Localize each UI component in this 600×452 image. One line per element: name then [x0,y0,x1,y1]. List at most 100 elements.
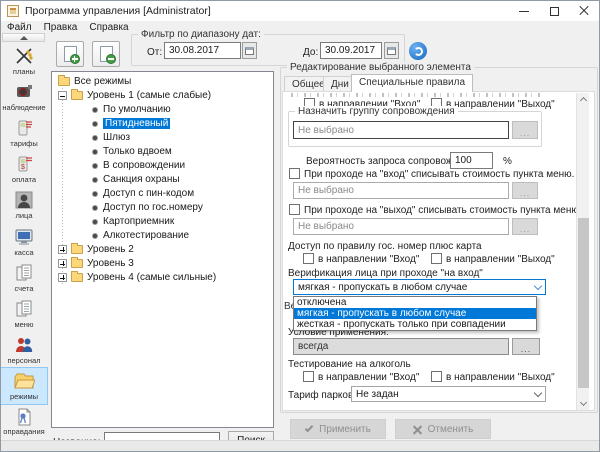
tree-item-label: Картоприемник [103,216,174,227]
minimize-button[interactable] [509,1,539,21]
add-button[interactable] [56,41,84,67]
percent-label: % [503,156,512,167]
date-from-input[interactable]: 30.08.2017 [164,42,241,59]
tree-root-item[interactable]: Все режимы [58,75,131,88]
menu-bar: Файл Правка Справка [1,21,599,35]
tree-item[interactable]: Только вдвоем [92,145,172,158]
charge-in-field[interactable]: Не выбрано [293,182,509,199]
folder-icon [71,259,83,268]
dropdown-option[interactable]: жесткая - пропускать только при совпаден… [294,319,536,330]
alcohol-direction-out-checkbox[interactable] [431,371,442,382]
charge-out-browse-button[interactable]: ... [512,218,538,235]
sidebar-item-cashdesk[interactable]: касса [1,223,47,259]
charge-in-checkbox[interactable] [289,168,300,179]
tree-item[interactable]: По умолчанию [92,103,171,116]
sidebar-item-label: режимы [10,392,38,401]
date-to-calendar-button[interactable] [384,42,399,59]
tree-item-label: Уровень 1 (самые слабые) [87,90,211,101]
tab-special-rules[interactable]: Специальные правила [351,74,473,92]
scrollbar-thumb[interactable] [578,218,589,388]
tree-item-label: Все режимы [74,76,131,87]
folder-icon [58,77,70,86]
tree-item[interactable]: Алкотестирование [92,229,189,242]
sidebar-item-modes[interactable]: режимы [1,368,47,404]
sidebar-item-label: оправдания [3,427,44,436]
tree-level2-item[interactable]: Уровень 2 [58,243,134,256]
plans-chart-icon [14,46,34,66]
expander-plus-icon[interactable] [58,245,67,254]
refresh-button[interactable] [409,42,427,60]
charge-in-label: При проходе на "вход" списывать стоимост… [304,169,574,180]
maximize-button[interactable] [539,1,569,21]
menu-help[interactable]: Справка [83,21,134,35]
tree-item-label: Только вдвоем [103,146,172,157]
gov-direction-in-checkbox[interactable] [303,253,314,264]
folder-icon [71,91,83,100]
people-icon [14,335,34,355]
tree-item-selected[interactable]: Пятидневный [92,117,170,130]
tree-item-label: Доступ по гос.номеру [103,202,203,213]
tree-item[interactable]: Картоприемник [92,215,174,228]
condition-field[interactable]: всегда [293,338,509,355]
alcohol-direction-in-label: в направлении "Вход" [318,372,419,383]
sidebar-item-label: оплата [12,175,36,184]
probability-input[interactable]: 100 [450,152,493,169]
escort-group-browse-button[interactable]: ... [512,121,538,139]
escort-group-field[interactable]: Не выбрано [293,121,509,139]
folder-icon [71,273,83,282]
sidebar-item-accounts[interactable]: счета [1,260,47,296]
date-from-calendar-button[interactable] [242,42,257,59]
sidebar-item-observation[interactable]: наблюдение [1,79,47,115]
tree-item-label: Пятидневный [103,118,170,129]
tree-level1-item[interactable]: Уровень 1 (самые слабые) [58,89,211,102]
dropdown-option-highlighted[interactable]: мягкая - пропускать в любом случае [294,308,536,319]
sidebar-item-payment[interactable]: $ оплата [1,151,47,187]
monitor-icon [14,227,34,247]
tree-item[interactable]: Доступ с пин-кодом [92,187,194,200]
charge-in-browse-button[interactable]: ... [512,182,538,199]
parking-combobox[interactable]: Не задан [351,386,546,402]
scroll-down-button[interactable] [577,398,590,410]
sidebar-item-label: лица [15,211,32,220]
scroll-up-button[interactable] [577,93,590,105]
sidebar-item-plans[interactable]: планы [1,43,47,79]
dropdown-option[interactable]: отключена [294,297,536,308]
sidebar-item-label: планы [13,67,35,76]
sidebar-item-persons[interactable]: лица [1,187,47,223]
alcohol-direction-in-checkbox[interactable] [303,371,314,382]
expander-plus-icon[interactable] [58,273,67,282]
sidebar-item-staff[interactable]: персонал [1,332,47,368]
tree-item[interactable]: Санкция охраны [92,173,180,186]
tree-item[interactable]: Шлюз [92,131,130,144]
face-verify-combobox[interactable]: мягкая - пропускать в любом случае [293,279,546,295]
expander-minus-icon[interactable] [58,91,67,100]
sidebar-item-label: тарифы [10,139,37,148]
sidebar-item-label: наблюдение [2,103,45,112]
status-strip [1,440,599,451]
cancel-button[interactable]: Отменить [395,419,491,439]
sidebar-item-excuses[interactable]: оправдания [1,404,47,440]
document-seal-icon [14,408,34,426]
bullet-icon [92,149,98,155]
charge-out-field[interactable]: Не выбрано [293,218,509,235]
tree-item[interactable]: В сопровождении [92,159,185,172]
sidebar-scroll-up-button[interactable] [2,33,45,42]
sidebar-item-tariffs[interactable]: тарифы [1,115,47,151]
date-to-input[interactable]: 30.09.2017 [320,42,382,59]
tree-level3-item[interactable]: Уровень 3 [58,257,134,270]
close-icon [579,6,589,16]
person-photo-icon [14,190,34,210]
sidebar-item-menu[interactable]: меню [1,296,47,332]
tree-item-label: В сопровождении [103,160,185,171]
close-button[interactable] [569,1,599,21]
vertical-scrollbar[interactable] [576,93,589,410]
remove-button[interactable] [92,41,120,67]
apply-button[interactable]: Применить [290,419,386,439]
bullet-icon [92,233,98,239]
condition-browse-button[interactable]: ... [512,338,540,355]
expander-plus-icon[interactable] [58,259,67,268]
tree-level4-item[interactable]: Уровень 4 (самые сильные) [58,271,216,284]
gov-direction-out-checkbox[interactable] [431,253,442,264]
tree-item[interactable]: Доступ по гос.номеру [92,201,203,214]
charge-out-checkbox[interactable] [289,204,300,215]
